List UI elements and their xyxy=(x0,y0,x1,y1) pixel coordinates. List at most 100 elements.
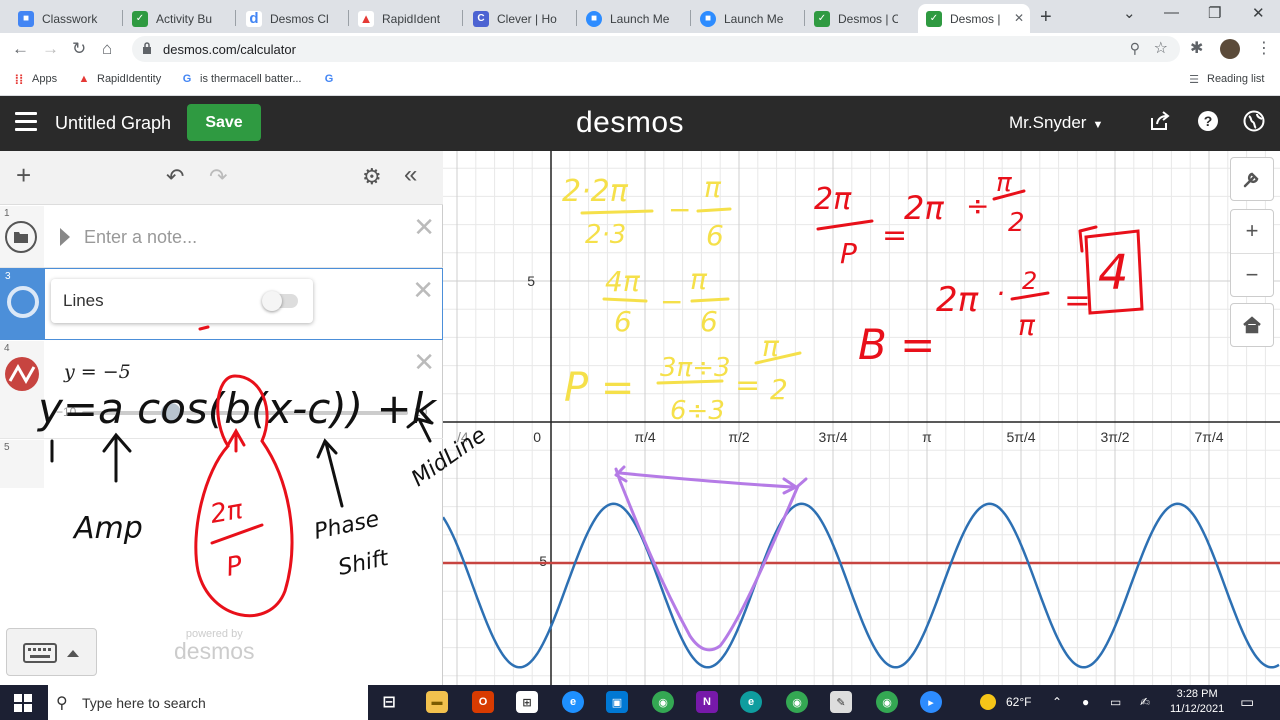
close-window-button[interactable]: ✕ xyxy=(1252,4,1265,22)
search-icon: ⚲ xyxy=(56,695,68,712)
svg-text:2π: 2π xyxy=(208,495,245,530)
zoom-icon[interactable]: ▸ xyxy=(920,691,942,713)
svg-text:6: 6 xyxy=(706,219,724,252)
browser-tab[interactable]: C Clever | Ho xyxy=(465,4,577,33)
home-icon[interactable]: ⌂ xyxy=(102,39,112,59)
menu-kebab-icon[interactable]: ⋮ xyxy=(1256,38,1272,58)
close-tab-icon[interactable]: ✕ xyxy=(1014,11,1024,25)
snipping-tool-icon[interactable]: ✎ xyxy=(830,691,852,713)
ink-amp: Amp xyxy=(72,511,143,546)
svg-text:2: 2 xyxy=(1008,208,1025,238)
browser-tab[interactable]: ■ Launch Me xyxy=(692,4,804,33)
classwork-icon: ■ xyxy=(18,10,34,27)
svg-text:π: π xyxy=(704,171,722,204)
help-icon[interactable]: ? xyxy=(1196,109,1220,133)
onenote-icon[interactable]: N xyxy=(696,691,718,713)
svg-text:·: · xyxy=(996,277,1005,310)
omnibox[interactable]: desmos.com/calculator ⚲ ☆ xyxy=(132,36,1180,62)
svg-text:P: P xyxy=(224,551,245,583)
windows-start-icon[interactable] xyxy=(14,694,32,715)
svg-text:−: − xyxy=(668,193,691,226)
hamburger-menu-icon[interactable] xyxy=(15,112,37,136)
desmos-check-icon: ✓ xyxy=(926,10,942,27)
bookmark-search[interactable]: G is thermacell batter... xyxy=(180,72,302,86)
svg-text:2·2π: 2·2π xyxy=(562,174,629,209)
globe-language-icon[interactable] xyxy=(1242,109,1266,133)
graph-title[interactable]: Untitled Graph xyxy=(55,113,171,134)
forward-icon[interactable]: → xyxy=(42,39,59,59)
zoom-icon: ■ xyxy=(700,10,716,27)
url-text[interactable]: desmos.com/calculator xyxy=(163,42,296,57)
desmos-d-icon: d xyxy=(246,10,262,27)
extensions-puzzle-icon[interactable]: ✱ xyxy=(1190,38,1203,58)
chevron-down-icon: ▼ xyxy=(1092,119,1104,131)
ink-phase: Phase xyxy=(312,507,381,545)
bookmark-star-icon[interactable]: ☆ xyxy=(1154,38,1168,58)
save-button[interactable]: Save xyxy=(187,104,261,141)
browser-tab[interactable]: ■ Classwork xyxy=(10,4,123,33)
weather-temp[interactable]: 62°F xyxy=(1006,695,1031,709)
task-view-icon[interactable]: ⊟ xyxy=(378,691,400,713)
browser-tab[interactable]: ▲ RapidIdent xyxy=(350,4,462,33)
bookmarks-bar: ⁞⁞ Apps ▲ RapidIdentity G is thermacell … xyxy=(0,65,1280,96)
profile-avatar[interactable] xyxy=(1220,39,1240,59)
system-clock[interactable]: 3:28 PM 11/12/2021 xyxy=(1170,687,1224,717)
zoom-magnifier-icon[interactable]: ⚲ xyxy=(1130,40,1140,57)
svg-text:π: π xyxy=(690,263,708,296)
ink-formula: y=a cos(b(x-c)) +k xyxy=(36,384,438,433)
svg-text:2π: 2π xyxy=(814,182,852,217)
chrome-icon[interactable]: ◉ xyxy=(876,691,898,713)
weather-sun-icon[interactable] xyxy=(980,694,996,710)
user-menu[interactable]: Mr.Snyder ▼ xyxy=(1009,113,1103,133)
bookmark-rapididentity[interactable]: ▲ RapidIdentity xyxy=(77,72,162,86)
new-tab-button[interactable]: + xyxy=(1040,6,1052,29)
svg-text:=: = xyxy=(1064,281,1091,319)
browser-tab[interactable]: ✓ Desmos | C xyxy=(806,4,916,33)
bookmark-google[interactable]: G xyxy=(322,72,342,86)
desmos-header: Untitled Graph Save desmos Mr.Snyder ▼ ? xyxy=(0,96,1280,151)
yellow-ink: 2·2π 2·3 − π 6 4π 6 − π 6 P = 3π÷3 6÷3 =… xyxy=(562,171,788,426)
notifications-icon[interactable]: ▭ xyxy=(1240,693,1254,711)
browser-tab-bar: ■ Classwork ✓ Activity Bu d Desmos Cl ▲ … xyxy=(0,0,1280,33)
desmos-check-icon: ✓ xyxy=(814,10,830,27)
purple-trace xyxy=(614,465,808,652)
browser-tab[interactable]: ■ Launch Me xyxy=(578,4,690,33)
reload-icon[interactable]: ↻ xyxy=(72,39,86,59)
show-hidden-icons-icon[interactable]: ⌃ xyxy=(1052,695,1062,709)
maximize-button[interactable]: ❐ xyxy=(1208,4,1221,22)
svg-text:=: = xyxy=(735,368,760,403)
black-ink: y=a cos(b(x-c)) +k Amp Phase Shift MidLi… xyxy=(36,384,491,581)
share-icon[interactable] xyxy=(1148,109,1172,133)
bookmark-apps[interactable]: ⁞⁞ Apps xyxy=(12,72,57,87)
taskbar-search-box[interactable]: ⚲ Type here to search xyxy=(48,685,368,720)
battery-icon[interactable]: ▭ xyxy=(1110,695,1121,709)
chrome-icon[interactable]: ◉ xyxy=(786,691,808,713)
minimize-button[interactable]: — xyxy=(1164,4,1179,21)
red-ink-right: 2π P = 2π ÷ π 2 B = 2π · 2 π = 4 xyxy=(814,168,1129,369)
svg-text:2·3: 2·3 xyxy=(585,220,626,250)
file-explorer-icon[interactable]: ▬ xyxy=(426,691,448,713)
pen-icon[interactable]: ✍ xyxy=(1140,695,1150,709)
microphone-icon[interactable]: ● xyxy=(1082,695,1089,709)
browser-tab-active[interactable]: ✓ Desmos | C ✕ xyxy=(918,4,1030,33)
tab-search-icon[interactable]: ⌄ xyxy=(1123,4,1136,22)
rapididentity-icon: ▲ xyxy=(78,73,90,85)
svg-text:6: 6 xyxy=(614,305,632,338)
chrome-icon[interactable]: ◉ xyxy=(652,691,674,713)
internet-explorer-icon[interactable]: e xyxy=(562,691,584,713)
office-icon[interactable]: O xyxy=(472,691,494,713)
remote-app-icon[interactable]: ▣ xyxy=(606,691,628,713)
browser-tab[interactable]: ✓ Activity Bu xyxy=(124,4,234,33)
store-icon[interactable]: ⊞ xyxy=(516,691,538,713)
desmos-logo: desmos xyxy=(576,106,685,139)
svg-text:2π: 2π xyxy=(904,189,944,227)
lock-icon xyxy=(143,42,151,54)
back-icon[interactable]: ← xyxy=(12,39,29,59)
svg-text:4: 4 xyxy=(1098,245,1129,301)
browser-tab[interactable]: d Desmos Cl xyxy=(238,4,348,33)
edge-icon[interactable]: e xyxy=(740,691,762,713)
svg-text:÷: ÷ xyxy=(966,189,989,222)
reading-list[interactable]: ☰ Reading list xyxy=(1187,72,1264,86)
svg-text:2π: 2π xyxy=(936,280,979,320)
svg-text:2: 2 xyxy=(1022,267,1037,295)
